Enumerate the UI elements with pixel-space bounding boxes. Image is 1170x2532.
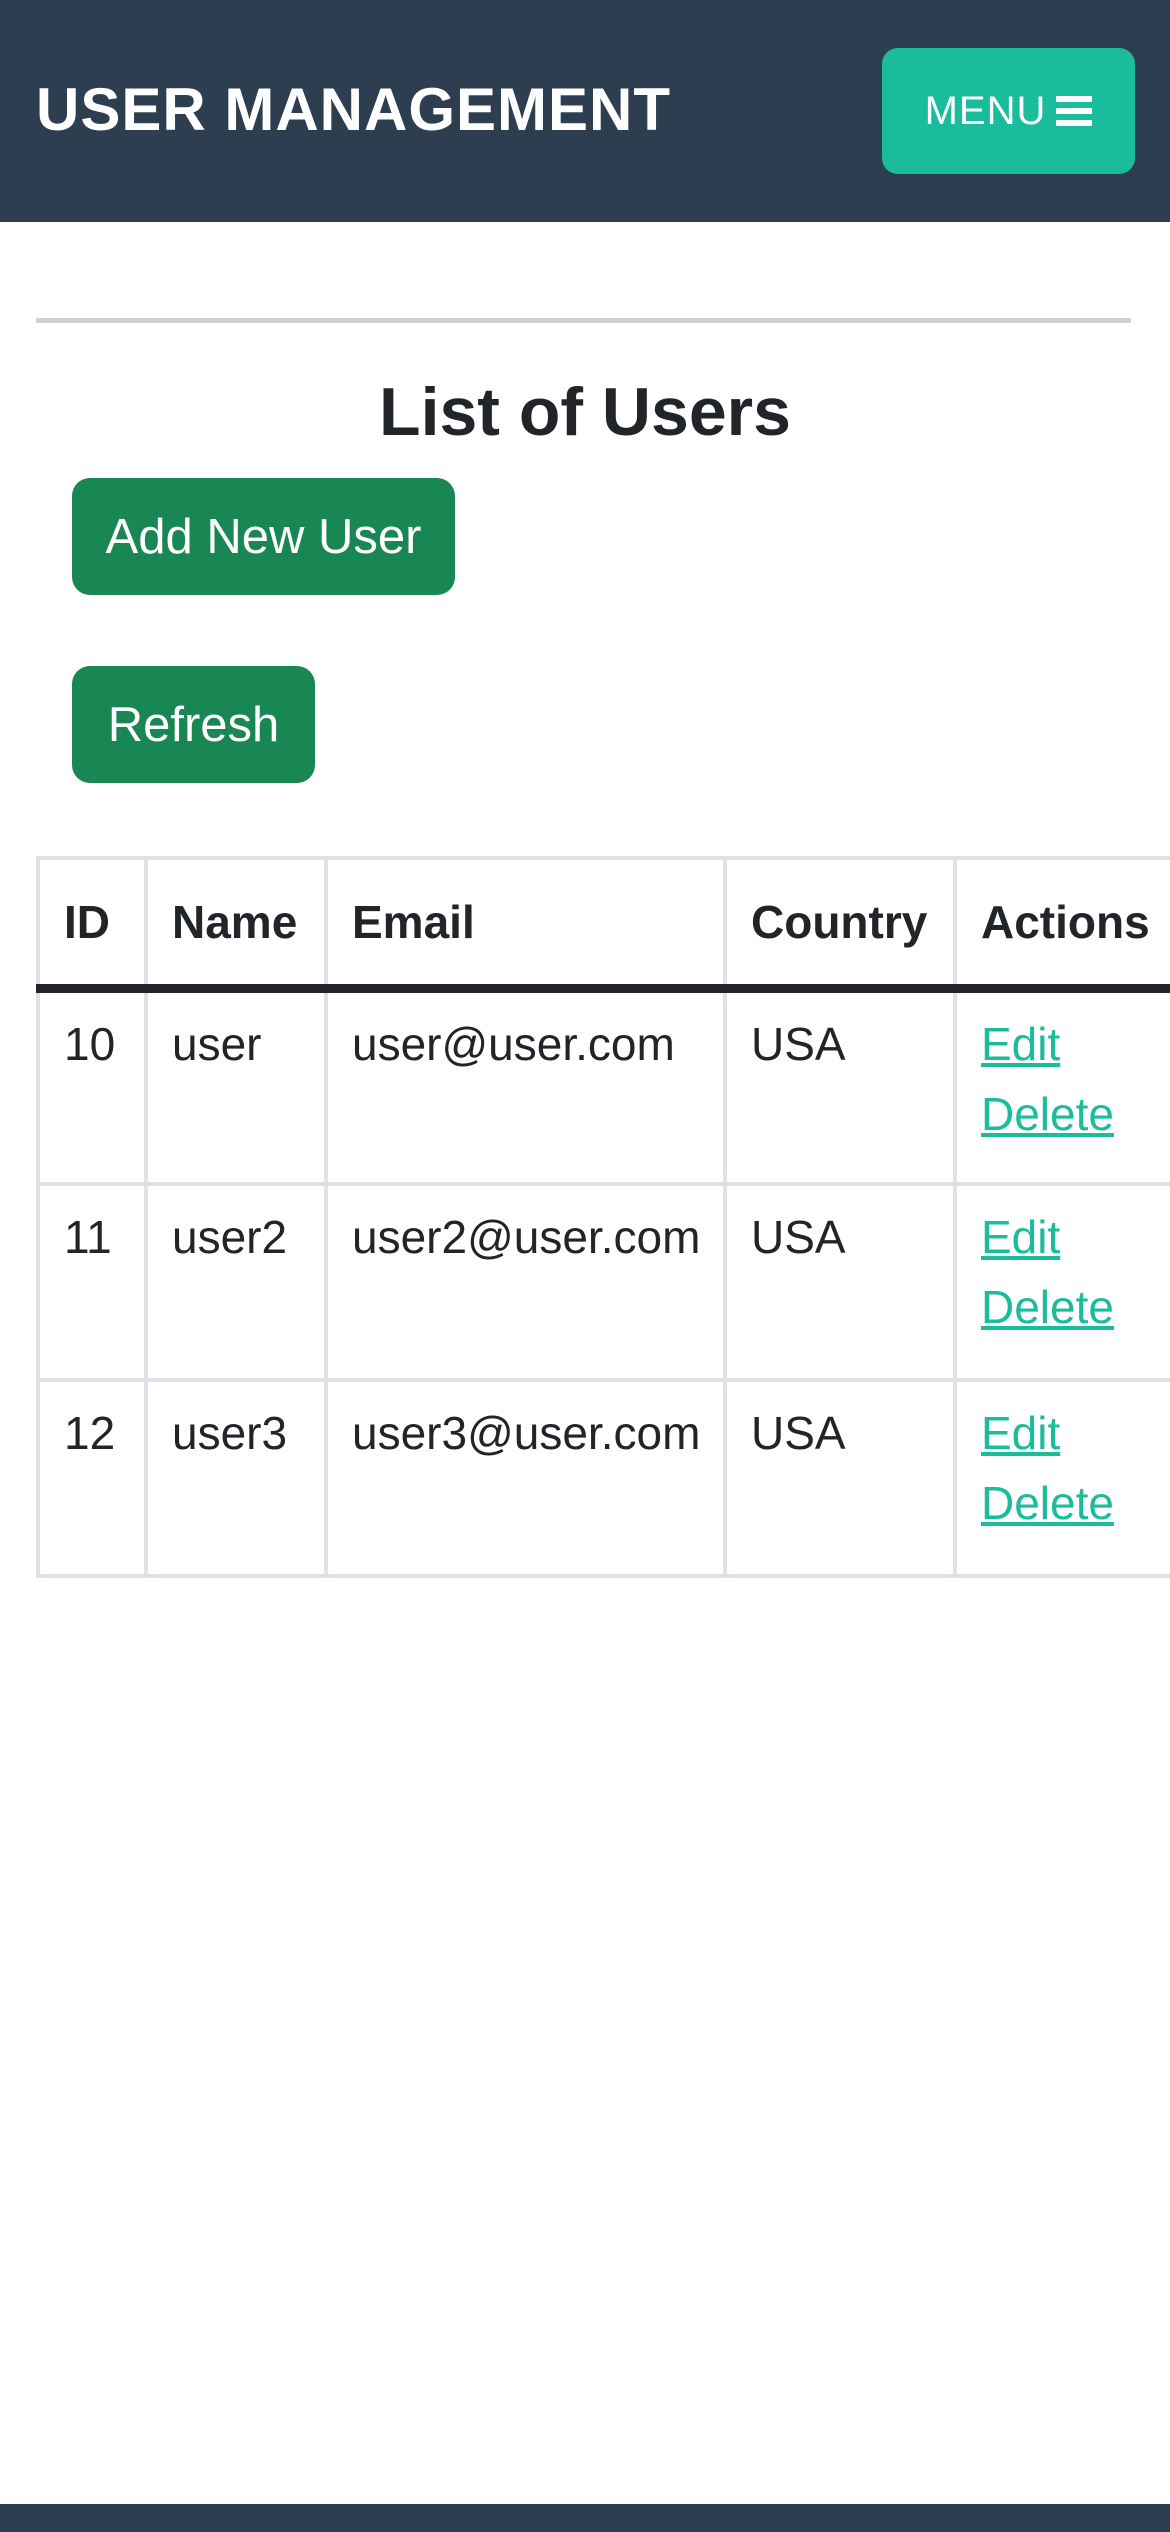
cell-actions: Edit Delete xyxy=(953,986,1170,1186)
menu-button[interactable]: MENU xyxy=(882,48,1135,174)
cell-country: USA xyxy=(723,1378,957,1578)
column-header-id: ID xyxy=(36,856,148,993)
delete-link[interactable]: Delete xyxy=(981,1468,1146,1538)
column-header-email: Email xyxy=(324,856,727,993)
cell-country: USA xyxy=(723,986,957,1186)
menu-button-label: MENU xyxy=(924,88,1047,133)
column-header-name: Name xyxy=(144,856,328,993)
add-new-user-button[interactable]: Add New User xyxy=(72,478,455,595)
table-row: 12 user3 user3@user.com USA Edit Delete xyxy=(36,1378,1170,1578)
brand-title[interactable]: USER MANAGEMENT xyxy=(36,70,671,150)
table-header-row: ID Name Email Country Actions xyxy=(36,856,1170,993)
cell-name: user2 xyxy=(144,1182,328,1382)
column-header-actions: Actions xyxy=(953,856,1170,993)
footer-bar xyxy=(0,2504,1170,2532)
edit-link[interactable]: Edit xyxy=(981,1202,1146,1272)
table-row: 11 user2 user2@user.com USA Edit Delete xyxy=(36,1182,1170,1382)
cell-actions: Edit Delete xyxy=(953,1378,1170,1578)
users-table: ID Name Email Country Actions 10 user us… xyxy=(36,856,1170,1578)
cell-id: 11 xyxy=(36,1182,148,1382)
delete-link[interactable]: Delete xyxy=(981,1079,1146,1149)
cell-id: 10 xyxy=(36,986,148,1186)
cell-id: 12 xyxy=(36,1378,148,1578)
page-title: List of Users xyxy=(379,374,791,450)
edit-link[interactable]: Edit xyxy=(981,1398,1146,1468)
edit-link[interactable]: Edit xyxy=(981,1009,1146,1079)
hamburger-icon xyxy=(1056,96,1093,126)
cell-actions: Edit Delete xyxy=(953,1182,1170,1382)
cell-email: user3@user.com xyxy=(324,1378,727,1578)
column-header-country: Country xyxy=(723,856,957,993)
page: USER MANAGEMENT MENU List of Users Add N… xyxy=(0,0,1170,2532)
cell-country: USA xyxy=(723,1182,957,1382)
cell-email: user2@user.com xyxy=(324,1182,727,1382)
delete-link[interactable]: Delete xyxy=(981,1272,1146,1342)
cell-name: user xyxy=(144,986,328,1186)
cell-email: user@user.com xyxy=(324,986,727,1186)
refresh-button[interactable]: Refresh xyxy=(72,666,315,783)
table-row: 10 user user@user.com USA Edit Delete xyxy=(36,986,1170,1186)
cell-name: user3 xyxy=(144,1378,328,1578)
divider xyxy=(36,318,1131,323)
navbar: USER MANAGEMENT MENU xyxy=(0,0,1170,222)
